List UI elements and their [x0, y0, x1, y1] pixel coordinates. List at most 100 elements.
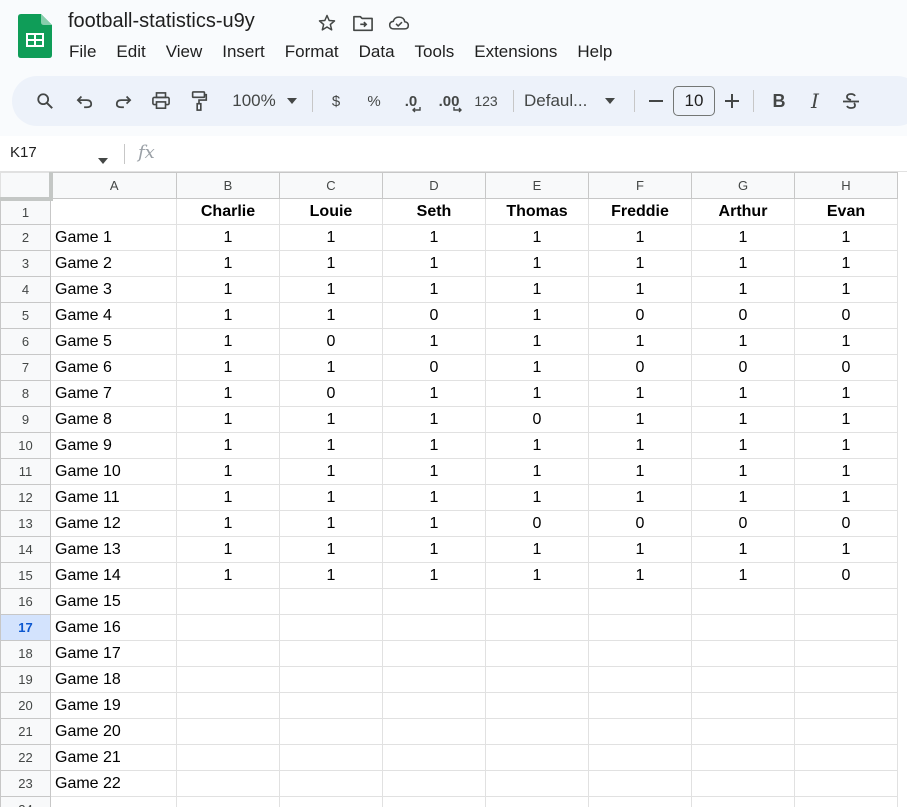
attendance-cell[interactable]: 1: [279, 536, 383, 563]
player-name-cell[interactable]: Evan: [794, 198, 898, 225]
attendance-cell[interactable]: 1: [691, 536, 795, 563]
attendance-cell[interactable]: [485, 744, 589, 771]
attendance-cell[interactable]: [588, 744, 692, 771]
attendance-cell[interactable]: 1: [485, 380, 589, 407]
attendance-cell[interactable]: 1: [794, 458, 898, 485]
game-label-cell[interactable]: Game 8: [50, 406, 177, 433]
zoom-select[interactable]: 100%: [226, 86, 282, 116]
attendance-cell[interactable]: 1: [588, 380, 692, 407]
attendance-cell[interactable]: 0: [485, 406, 589, 433]
move-to-folder-icon[interactable]: [352, 12, 374, 34]
row-header[interactable]: 6: [0, 328, 51, 355]
attendance-cell[interactable]: [485, 770, 589, 797]
game-label-cell[interactable]: Game 2: [50, 250, 177, 277]
player-name-cell[interactable]: Freddie: [588, 198, 692, 225]
attendance-cell[interactable]: 1: [176, 380, 280, 407]
game-label-cell[interactable]: Game 14: [50, 562, 177, 589]
menu-tools[interactable]: Tools: [415, 42, 455, 62]
attendance-cell[interactable]: 1: [176, 406, 280, 433]
attendance-cell[interactable]: [794, 614, 898, 641]
attendance-cell[interactable]: 1: [485, 276, 589, 303]
attendance-cell[interactable]: 1: [588, 484, 692, 511]
menu-edit[interactable]: Edit: [116, 42, 145, 62]
attendance-cell[interactable]: 1: [485, 224, 589, 251]
attendance-cell[interactable]: [176, 614, 280, 641]
attendance-cell[interactable]: 1: [588, 406, 692, 433]
attendance-cell[interactable]: [382, 744, 486, 771]
font-dropdown-icon[interactable]: [596, 86, 624, 116]
player-name-cell[interactable]: Charlie: [176, 198, 280, 225]
attendance-cell[interactable]: [691, 770, 795, 797]
game-label-cell[interactable]: Game 4: [50, 302, 177, 329]
attendance-cell[interactable]: 1: [279, 224, 383, 251]
attendance-cell[interactable]: [382, 692, 486, 719]
attendance-cell[interactable]: [794, 770, 898, 797]
game-label-cell[interactable]: Game 12: [50, 510, 177, 537]
paint-format-icon[interactable]: [180, 86, 218, 116]
attendance-cell[interactable]: [588, 692, 692, 719]
attendance-cell[interactable]: 1: [794, 224, 898, 251]
attendance-cell[interactable]: 1: [176, 276, 280, 303]
attendance-cell[interactable]: [382, 718, 486, 745]
row-header[interactable]: 23: [0, 770, 51, 797]
attendance-cell[interactable]: 1: [485, 562, 589, 589]
attendance-cell[interactable]: 1: [794, 536, 898, 563]
attendance-cell[interactable]: 1: [382, 536, 486, 563]
attendance-cell[interactable]: 1: [485, 432, 589, 459]
font-size-input[interactable]: 10: [673, 86, 715, 116]
attendance-cell[interactable]: [588, 796, 692, 807]
attendance-cell[interactable]: 0: [588, 354, 692, 381]
menu-help[interactable]: Help: [577, 42, 612, 62]
attendance-cell[interactable]: 0: [588, 510, 692, 537]
attendance-cell[interactable]: 1: [176, 458, 280, 485]
row-header[interactable]: 5: [0, 302, 51, 329]
attendance-cell[interactable]: [485, 666, 589, 693]
attendance-cell[interactable]: [279, 588, 383, 615]
attendance-cell[interactable]: 1: [279, 458, 383, 485]
row-header[interactable]: 9: [0, 406, 51, 433]
game-label-cell[interactable]: Game 20: [50, 718, 177, 745]
attendance-cell[interactable]: [794, 718, 898, 745]
attendance-cell[interactable]: [485, 692, 589, 719]
attendance-cell[interactable]: 0: [588, 302, 692, 329]
attendance-cell[interactable]: 1: [176, 562, 280, 589]
increase-font-size-icon[interactable]: [721, 86, 743, 116]
attendance-cell[interactable]: 1: [691, 458, 795, 485]
game-label-cell[interactable]: Game 19: [50, 692, 177, 719]
attendance-cell[interactable]: 1: [382, 484, 486, 511]
game-label-cell[interactable]: Game 7: [50, 380, 177, 407]
attendance-cell[interactable]: [382, 640, 486, 667]
column-header-c[interactable]: C: [279, 172, 383, 199]
attendance-cell[interactable]: [279, 614, 383, 641]
font-family-select[interactable]: Defaul...: [524, 86, 596, 116]
currency-format-button[interactable]: $: [323, 86, 349, 116]
game-label-cell[interactable]: Game 10: [50, 458, 177, 485]
game-label-cell[interactable]: Game 5: [50, 328, 177, 355]
attendance-cell[interactable]: [176, 588, 280, 615]
attendance-cell[interactable]: 1: [279, 250, 383, 277]
row-header[interactable]: 7: [0, 354, 51, 381]
game-label-cell[interactable]: Game 9: [50, 432, 177, 459]
column-header-e[interactable]: E: [485, 172, 589, 199]
attendance-cell[interactable]: [485, 614, 589, 641]
attendance-cell[interactable]: 1: [382, 276, 486, 303]
attendance-cell[interactable]: 0: [794, 562, 898, 589]
attendance-cell[interactable]: 1: [382, 458, 486, 485]
attendance-cell[interactable]: [588, 666, 692, 693]
print-icon[interactable]: [142, 86, 180, 116]
game-label-cell[interactable]: Game 22: [50, 770, 177, 797]
attendance-cell[interactable]: 1: [485, 250, 589, 277]
attendance-cell[interactable]: [176, 640, 280, 667]
attendance-cell[interactable]: 1: [279, 432, 383, 459]
column-header-g[interactable]: G: [691, 172, 795, 199]
attendance-cell[interactable]: [485, 796, 589, 807]
attendance-cell[interactable]: 0: [691, 510, 795, 537]
game-label-cell[interactable]: Game 13: [50, 536, 177, 563]
row-header[interactable]: 4: [0, 276, 51, 303]
column-header-b[interactable]: B: [176, 172, 280, 199]
increase-decimal-button[interactable]: .00: [429, 86, 469, 116]
attendance-cell[interactable]: [485, 718, 589, 745]
player-name-cell[interactable]: Arthur: [691, 198, 795, 225]
attendance-cell[interactable]: 1: [382, 328, 486, 355]
attendance-cell[interactable]: 1: [588, 562, 692, 589]
